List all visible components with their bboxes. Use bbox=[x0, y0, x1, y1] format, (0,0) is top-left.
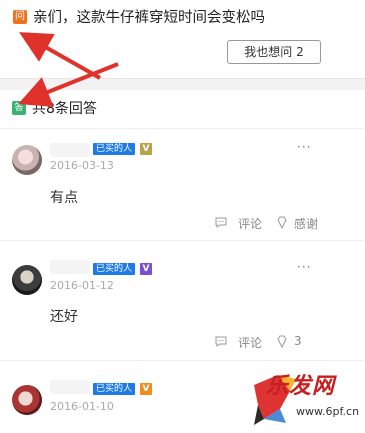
watermark-text: 乐发网 bbox=[266, 374, 336, 399]
answer-badge: 答 bbox=[12, 101, 26, 115]
username-blurred bbox=[50, 260, 90, 274]
vip-level-icon: V bbox=[140, 143, 152, 155]
question-card: 问 亲们，这款牛仔裤穿短时间会变松吗 我也想问 2 bbox=[0, 0, 365, 79]
answer-actions: 评论 感谢 bbox=[0, 215, 365, 233]
bought-badge: 已买的人 bbox=[93, 383, 136, 395]
question-badge: 问 bbox=[13, 10, 27, 24]
divider bbox=[0, 360, 365, 361]
answer-actions: 评论 3 bbox=[0, 334, 365, 352]
comment-button[interactable]: 评论 bbox=[238, 334, 262, 351]
more-options-icon[interactable]: ··· bbox=[297, 260, 311, 274]
comment-icon[interactable] bbox=[215, 217, 227, 228]
thank-count[interactable]: 3 bbox=[294, 334, 302, 348]
more-options-icon[interactable]: ··· bbox=[297, 140, 311, 154]
thank-button[interactable]: 感谢 bbox=[294, 215, 318, 232]
avatar[interactable] bbox=[12, 145, 42, 175]
username-blurred bbox=[50, 380, 90, 394]
answer-text: 还好 bbox=[50, 309, 78, 325]
answer-date: 2016-01-12 bbox=[50, 279, 114, 292]
bought-badge: 已买的人 bbox=[93, 143, 136, 155]
answer-date: 2016-03-13 bbox=[50, 159, 114, 172]
comment-icon[interactable] bbox=[215, 336, 227, 347]
comment-button[interactable]: 评论 bbox=[238, 215, 262, 232]
avatar[interactable] bbox=[12, 385, 42, 415]
divider bbox=[0, 240, 365, 241]
question-text: 亲们，这款牛仔裤穿短时间会变松吗 bbox=[33, 10, 265, 26]
thank-icon[interactable] bbox=[276, 216, 288, 229]
avatar[interactable] bbox=[12, 265, 42, 295]
thank-icon[interactable] bbox=[276, 335, 288, 348]
bought-badge: 已买的人 bbox=[93, 263, 136, 275]
username-blurred bbox=[50, 143, 90, 157]
answer-date: 2016-01-10 bbox=[50, 400, 114, 413]
answers-header: 答 共8条回答 bbox=[0, 90, 365, 129]
vip-level-icon: V bbox=[140, 383, 152, 395]
vip-level-icon: V bbox=[140, 263, 152, 275]
answer-text: 有点 bbox=[50, 190, 78, 206]
answer-count: 共8条回答 bbox=[32, 101, 97, 117]
watermark-url: www.6pf.cn bbox=[296, 405, 360, 418]
also-ask-button[interactable]: 我也想问 2 bbox=[227, 40, 321, 64]
